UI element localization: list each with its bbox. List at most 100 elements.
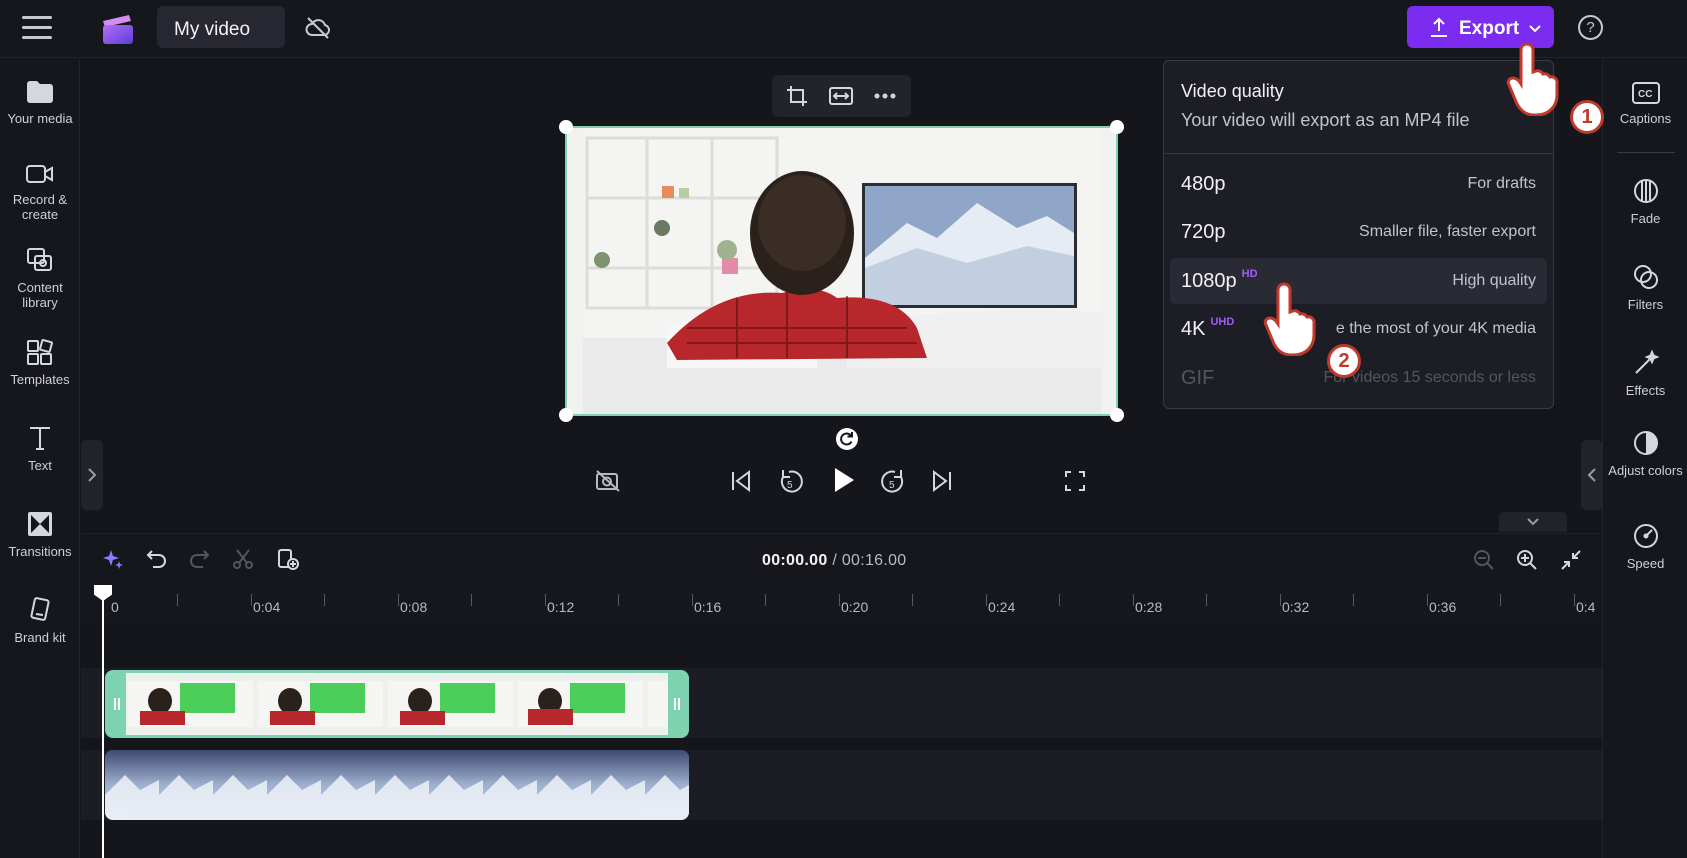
svg-text:CC: CC — [1638, 89, 1652, 100]
sidebar-item-your-media[interactable]: Your media — [0, 79, 80, 126]
divider — [1164, 153, 1553, 154]
cloud-offline-icon[interactable] — [304, 14, 332, 42]
ruler-tick — [177, 594, 178, 606]
ruler-tick — [912, 594, 913, 606]
ruler-label: 0:4 — [1576, 599, 1596, 615]
sidebar-item-content-library[interactable]: Content library — [0, 246, 80, 310]
transitions-icon — [28, 512, 52, 536]
quality-option-480p[interactable]: 480p For drafts — [1170, 161, 1547, 207]
rewind-5-icon[interactable]: 5 — [778, 467, 804, 495]
collapse-timeline-button[interactable] — [1499, 512, 1567, 532]
quality-label: 720p — [1181, 221, 1226, 243]
chevron-down-icon — [1529, 25, 1541, 33]
video-frame-image — [567, 128, 1116, 414]
fit-icon[interactable] — [829, 87, 853, 105]
sidebar-item-adjust-colors[interactable]: Adjust colors — [1603, 429, 1687, 478]
quality-desc: High quality — [1452, 272, 1536, 289]
sidebar-item-label: Templates — [10, 372, 70, 387]
video-clip-selected[interactable] — [105, 670, 689, 738]
add-clip-icon[interactable] — [276, 547, 300, 571]
ruler-label: 0:24 — [988, 599, 1016, 615]
zoom-out-icon[interactable] — [1473, 549, 1495, 571]
upload-icon — [1431, 17, 1447, 37]
quality-label: 4K — [1181, 318, 1206, 340]
ruler-tick — [618, 594, 619, 606]
quality-desc: For drafts — [1467, 175, 1536, 192]
fade-icon — [1633, 179, 1658, 203]
cc-icon: CC — [1631, 82, 1660, 104]
ruler-tick — [545, 594, 546, 606]
svg-text:5: 5 — [787, 480, 793, 491]
preview-toolbar — [772, 75, 911, 117]
resize-handle[interactable] — [1110, 408, 1124, 422]
crop-icon[interactable] — [786, 85, 808, 107]
scissors-icon[interactable] — [232, 548, 254, 570]
timecode: 00:00.00 / 00:16.00 — [762, 552, 907, 570]
sidebar-item-label: Filters — [1627, 297, 1664, 312]
sidebar-item-captions[interactable]: CC Captions — [1603, 81, 1687, 126]
timeline-ruler[interactable]: 0 0:04 0:08 0:12 0:16 0:20 0:24 0:28 0:3… — [81, 589, 1602, 619]
ruler-tick — [986, 594, 987, 606]
skip-forward-icon[interactable] — [931, 470, 953, 492]
quality-desc: e the most of your 4K media — [1335, 320, 1536, 337]
ruler-tick — [692, 594, 693, 606]
help-button[interactable]: ? — [1578, 15, 1603, 40]
ruler-label: 0:36 — [1429, 599, 1457, 615]
ruler-tick — [765, 594, 766, 606]
rotate-icon — [840, 432, 853, 446]
current-time: 00:00.00 — [762, 552, 828, 569]
collapse-right-panel-button[interactable] — [1581, 440, 1603, 510]
sidebar-item-record-create[interactable]: Record & create — [0, 162, 80, 222]
svg-text:5: 5 — [889, 480, 895, 491]
ruler-tick — [1206, 594, 1207, 606]
ruler-label: 0:12 — [547, 599, 575, 615]
skip-back-icon[interactable] — [730, 470, 752, 492]
sidebar-item-transitions[interactable]: Transitions — [0, 510, 80, 559]
quality-label: GIF — [1181, 367, 1215, 389]
ruler-tick — [471, 594, 472, 606]
effects-icon — [1634, 349, 1660, 374]
fit-timeline-icon[interactable] — [1560, 549, 1582, 571]
sidebar-item-label: Speed — [1626, 556, 1665, 571]
ruler-label: 0:04 — [253, 599, 281, 615]
project-title-field[interactable]: My video — [157, 6, 285, 48]
resize-handle[interactable] — [559, 120, 573, 134]
resize-handle[interactable] — [559, 408, 573, 422]
sidebar-item-label: Transitions — [8, 544, 72, 559]
ruler-tick — [1574, 594, 1575, 606]
fullscreen-icon[interactable] — [1065, 471, 1085, 491]
more-icon[interactable] — [874, 93, 896, 99]
rotate-handle[interactable] — [836, 428, 858, 450]
quality-option-4k[interactable]: 4K UHD e the most of your 4K media — [1170, 306, 1547, 352]
ruler-label: 0:16 — [694, 599, 722, 615]
sidebar-item-text[interactable]: Text — [0, 424, 80, 473]
time-separator: / — [827, 552, 842, 569]
play-icon[interactable] — [832, 466, 856, 494]
sidebar-item-filters[interactable]: Filters — [1603, 263, 1687, 312]
camera-off-icon[interactable] — [595, 469, 621, 493]
chevron-down-icon — [1527, 518, 1539, 526]
ai-sparkle-icon[interactable] — [102, 548, 124, 570]
divider — [1617, 152, 1675, 153]
sidebar-item-brand-kit[interactable]: Brand kit — [0, 596, 80, 645]
quality-option-1080p[interactable]: 1080p HD High quality — [1170, 258, 1547, 304]
sidebar-item-fade[interactable]: Fade — [1603, 177, 1687, 226]
video-preview[interactable] — [559, 120, 1124, 422]
uhd-badge: UHD — [1210, 316, 1235, 328]
undo-icon[interactable] — [146, 549, 168, 569]
right-sidebar: CC Captions Fade Filters Effects Adjust … — [1602, 59, 1687, 858]
expand-left-panel-button[interactable] — [81, 440, 103, 510]
sidebar-item-templates[interactable]: Templates — [0, 338, 80, 387]
sidebar-item-label: Your media — [7, 111, 73, 126]
quality-option-720p[interactable]: 720p Smaller file, faster export — [1170, 209, 1547, 255]
popup-subtitle: Your video will export as an MP4 file — [1181, 110, 1470, 130]
sidebar-item-speed[interactable]: Speed — [1603, 522, 1687, 571]
menu-icon[interactable] — [22, 16, 52, 40]
background-clip[interactable] — [105, 750, 689, 820]
redo-icon[interactable] — [188, 549, 210, 569]
zoom-in-icon[interactable] — [1516, 549, 1538, 571]
popup-title: Video quality — [1181, 81, 1284, 101]
sidebar-item-effects[interactable]: Effects — [1603, 349, 1687, 398]
resize-handle[interactable] — [1110, 120, 1124, 134]
forward-5-icon[interactable]: 5 — [880, 467, 906, 495]
